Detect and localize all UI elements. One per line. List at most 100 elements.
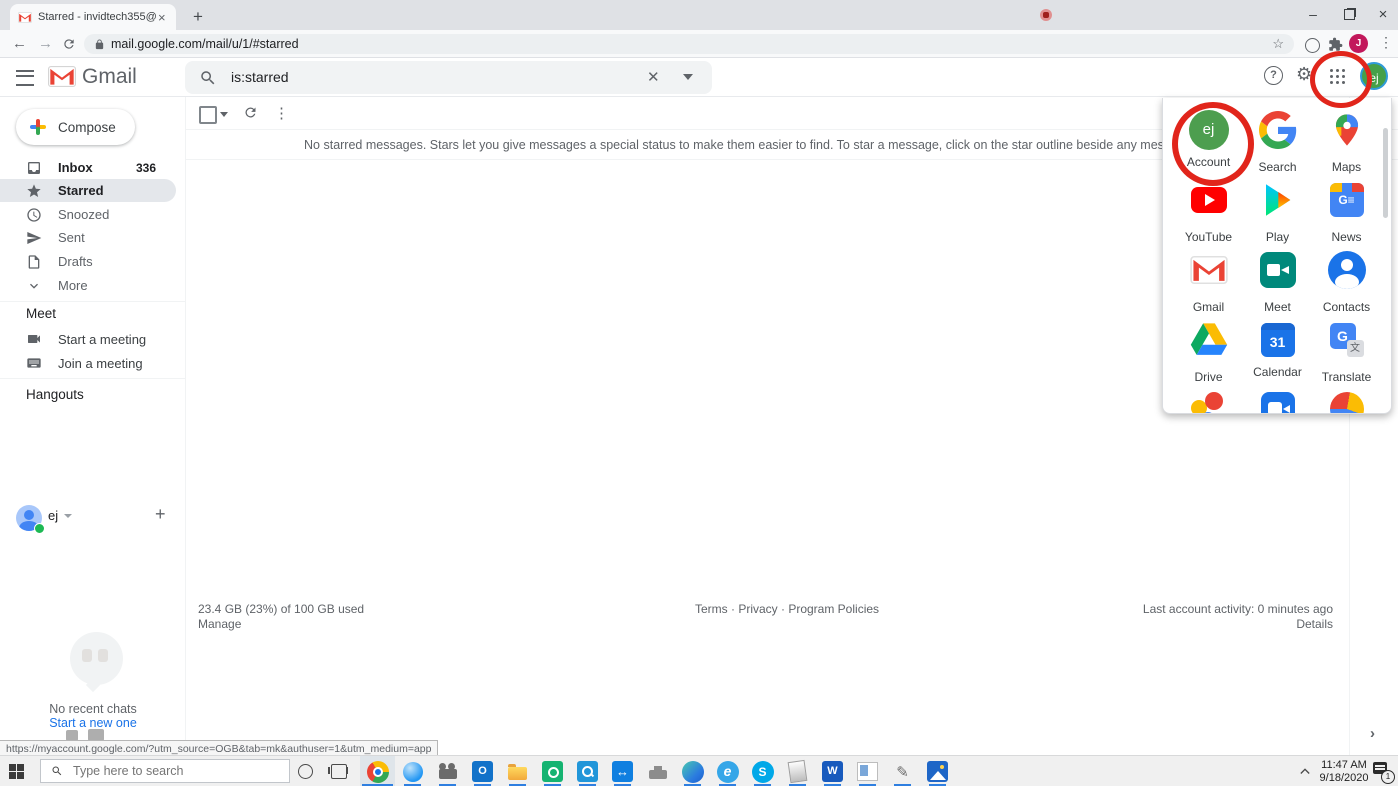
taskbar-internet-explorer-icon[interactable]: e (710, 756, 745, 786)
taskbar-word-icon[interactable]: W (815, 756, 850, 786)
tray-clock[interactable]: 11:47 AM 9/18/2020 (1318, 759, 1370, 784)
taskbar-search-input[interactable] (71, 763, 275, 779)
circle-extension-icon[interactable] (1305, 38, 1320, 53)
new-conversation-button[interactable]: + (155, 504, 166, 525)
app-item-drive[interactable]: Drive (1174, 320, 1243, 384)
app-item-contacts[interactable]: Contacts (1312, 250, 1381, 314)
sidebar-item-starred[interactable]: Starred (0, 179, 176, 202)
app-item-play[interactable]: Play (1243, 180, 1312, 244)
start-button-icon[interactable] (9, 764, 24, 779)
refresh-icon[interactable] (243, 105, 258, 120)
google-play-icon (1260, 180, 1296, 220)
divider (0, 301, 186, 302)
app-item-partial-photos[interactable] (1174, 392, 1243, 414)
compose-label: Compose (58, 120, 116, 135)
more-options-icon[interactable]: ⋮ (274, 104, 289, 122)
taskbar-edge-icon[interactable] (675, 756, 710, 786)
hangouts-user-caret-icon[interactable] (64, 514, 72, 518)
app-item-maps[interactable]: Maps (1312, 110, 1381, 174)
popup-scrollbar[interactable] (1383, 128, 1388, 218)
show-side-panel-icon[interactable]: › (1370, 725, 1375, 742)
taskbar-greenshot-icon[interactable] (535, 756, 570, 786)
sidebar-item-sent[interactable]: Sent (0, 226, 176, 249)
online-status-dot (34, 523, 45, 534)
start-new-chat-link[interactable]: Start a new one (0, 716, 186, 730)
sidebar-item-drafts[interactable]: Drafts (0, 250, 176, 273)
taskbar-screen-recorder-icon[interactable] (430, 756, 465, 786)
app-item-calendar[interactable]: 31 Calendar (1243, 320, 1312, 379)
taskbar-outlook-icon[interactable]: O (465, 756, 500, 786)
cortana-icon[interactable] (298, 764, 313, 779)
search-icon[interactable] (199, 69, 217, 87)
taskbar-gray-app-icon[interactable] (640, 756, 675, 786)
taskbar-skype-icon[interactable]: S (745, 756, 780, 786)
select-all-checkbox[interactable] (199, 106, 217, 124)
taskbar-chrome-icon[interactable] (360, 756, 395, 786)
reload-icon[interactable] (62, 37, 76, 51)
address-bar[interactable]: mail.google.com/mail/u/1/#starred ☆ (84, 34, 1294, 54)
lock-icon (94, 38, 105, 51)
window-restore-button[interactable] (1332, 0, 1366, 28)
annotation-circle-apps-grid (1310, 51, 1372, 108)
search-options-caret-icon[interactable] (683, 74, 693, 80)
app-item-partial-duo[interactable] (1243, 392, 1312, 414)
annotation-circle-account (1172, 102, 1254, 186)
window-close-button[interactable]: × (1366, 0, 1398, 28)
recording-indicator-icon (1040, 9, 1052, 21)
sidebar-item-snoozed[interactable]: Snoozed (0, 203, 176, 226)
sidebar-item-more[interactable]: More (0, 274, 176, 297)
activity-details-link[interactable]: Details (1033, 617, 1333, 631)
help-icon[interactable]: ? (1264, 66, 1283, 85)
app-item-partial-g[interactable] (1312, 392, 1381, 414)
task-view-icon[interactable] (331, 764, 347, 779)
browser-tab-bar: Starred - invidtech355@gmail.co × + – × (0, 0, 1398, 30)
app-item-meet[interactable]: Meet (1243, 250, 1312, 314)
app-item-youtube[interactable]: YouTube (1174, 180, 1243, 244)
divider (0, 378, 186, 379)
notification-center-icon[interactable]: 1 (1373, 762, 1393, 782)
policy-links[interactable]: Terms · Privacy · Program Policies (695, 602, 879, 616)
google-colored-icon (1330, 392, 1364, 414)
search-input[interactable] (229, 68, 653, 86)
empty-state-message: No starred messages. Stars let you give … (304, 138, 1280, 152)
browser-profile-avatar[interactable]: J (1349, 34, 1368, 53)
taskbar-pencil-app-icon[interactable]: ✎ (885, 756, 920, 786)
taskbar-window-app-icon[interactable] (850, 756, 885, 786)
new-tab-button[interactable]: + (186, 5, 210, 29)
app-item-translate[interactable]: G文 Translate (1312, 320, 1381, 384)
taskbar-photos-icon[interactable] (920, 756, 955, 786)
taskbar-search-app-icon[interactable] (570, 756, 605, 786)
clear-search-icon[interactable]: ✕ (647, 68, 660, 86)
join-meeting-item[interactable]: Join a meeting (0, 351, 186, 375)
star-icon (26, 183, 42, 199)
tray-chevron-up-icon[interactable] (1300, 766, 1310, 776)
translate-icon: G文 (1330, 323, 1364, 357)
sidebar-item-inbox[interactable]: Inbox 336 (0, 156, 176, 179)
start-meeting-item[interactable]: Start a meeting (0, 327, 186, 351)
compose-button[interactable]: Compose (16, 109, 135, 145)
compose-plus-icon (30, 119, 46, 135)
bookmark-star-icon[interactable]: ☆ (1272, 36, 1284, 52)
app-item-gmail[interactable]: Gmail (1174, 250, 1243, 314)
back-icon[interactable]: ← (12, 34, 27, 54)
browser-menu-icon[interactable]: ⋮ (1379, 34, 1393, 51)
news-icon: G≡ (1330, 183, 1364, 217)
app-item-news[interactable]: G≡ News (1312, 180, 1381, 244)
select-caret-icon[interactable] (220, 112, 228, 117)
forward-icon[interactable]: → (38, 34, 53, 54)
search-box[interactable]: ✕ (185, 61, 712, 94)
window-minimize-button[interactable]: – (1296, 0, 1330, 28)
taskbar-search-box[interactable] (40, 759, 290, 783)
main-menu-icon[interactable] (16, 70, 34, 86)
taskbar-search-icon (51, 765, 63, 777)
taskbar-teamviewer-icon[interactable]: ↔ (605, 756, 640, 786)
extensions-puzzle-icon[interactable] (1328, 37, 1343, 52)
hangouts-user-name[interactable]: ej (48, 508, 58, 523)
gmail-app-icon (1190, 256, 1228, 284)
browser-tab[interactable]: Starred - invidtech355@gmail.co × (10, 4, 176, 30)
tab-close-icon[interactable]: × (158, 11, 166, 24)
manage-storage-link[interactable]: Manage (198, 617, 241, 631)
taskbar-cortana-sphere-icon[interactable] (395, 756, 430, 786)
taskbar-notepad-icon[interactable] (780, 756, 815, 786)
taskbar-file-explorer-icon[interactable] (500, 756, 535, 786)
